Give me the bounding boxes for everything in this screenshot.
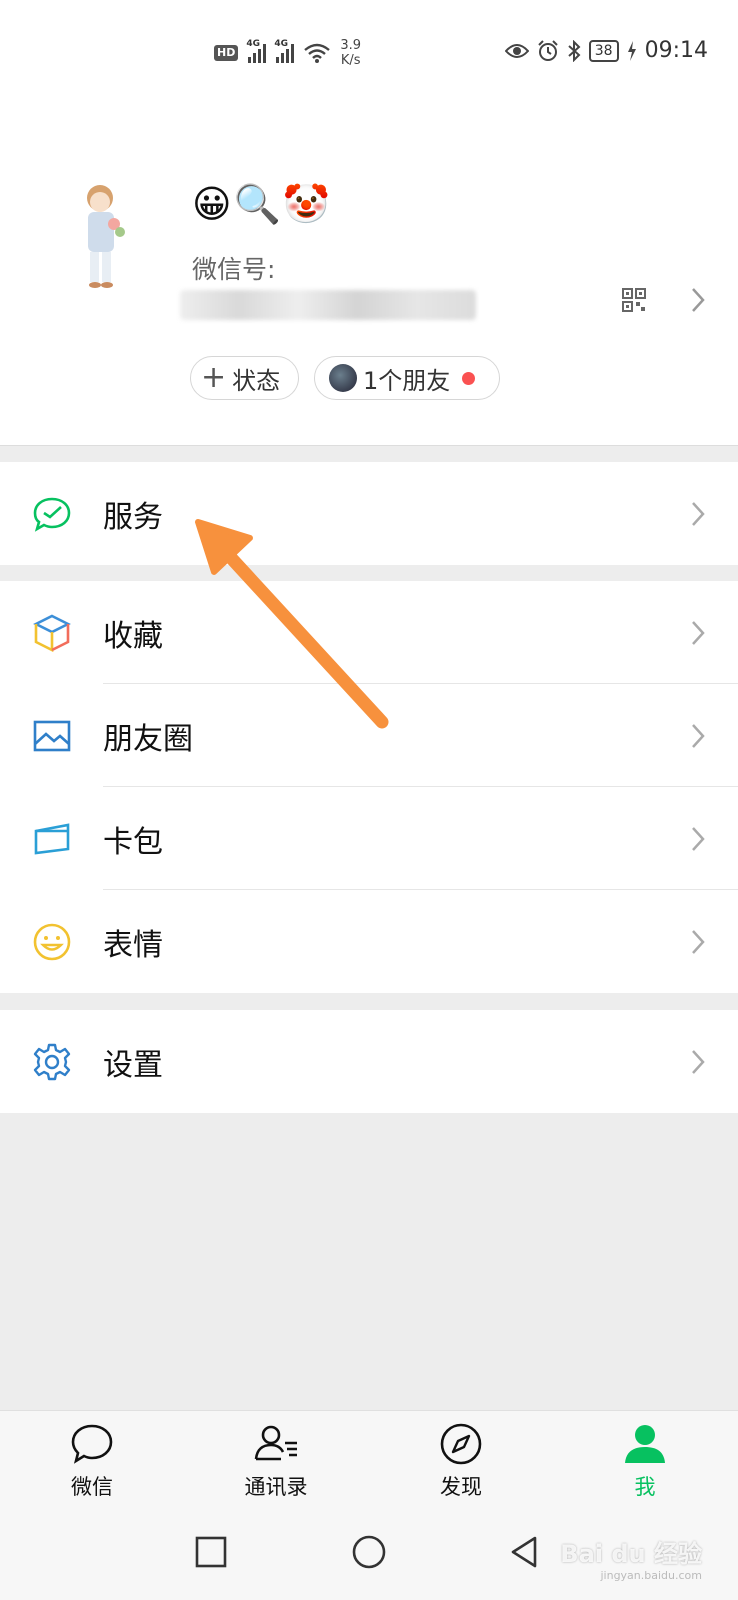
services-group: 服务 (0, 462, 738, 565)
menu-label: 收藏 (103, 618, 163, 654)
menu-label: 服务 (103, 499, 163, 535)
chevron-right-icon (692, 826, 705, 851)
services-icon (33, 497, 71, 532)
chevron-right-icon[interactable] (690, 286, 706, 314)
tab-discover[interactable]: 发现 (411, 1421, 511, 1501)
person-icon (625, 1425, 665, 1463)
alarm-icon (538, 39, 558, 61)
tab-label: 发现 (440, 1475, 482, 1499)
friends-button-label: 1个朋友 (363, 366, 451, 395)
wechat-id-label: 微信号: (192, 255, 276, 284)
settings-group: 设置 (0, 1010, 738, 1113)
tab-label: 微信 (71, 1475, 113, 1499)
unread-dot (462, 371, 476, 385)
bottom-tab-bar: 微信 通讯录 发现 我 (0, 1410, 738, 1510)
network-type-label: 4G (274, 39, 288, 49)
charging-icon (627, 40, 636, 61)
system-navigation-bar: Bai du 经验 jingyan.baidu.com (0, 1510, 738, 1600)
menu-item-favorites[interactable]: 收藏 (0, 581, 738, 684)
compass-icon (440, 1423, 482, 1465)
wifi-icon (304, 43, 331, 63)
friends-status-button[interactable]: 1个朋友 (314, 356, 500, 400)
hd-voice-badge: HD (214, 45, 239, 61)
chevron-right-icon (692, 620, 705, 645)
home-circle-icon[interactable] (349, 1532, 389, 1572)
recent-apps-square-icon[interactable] (191, 1532, 231, 1572)
moments-photo-icon (33, 720, 71, 751)
menu-label: 卡包 (103, 824, 163, 860)
menu-item-settings[interactable]: 设置 (0, 1010, 738, 1113)
menu-item-stickers[interactable]: 表情 (0, 890, 738, 993)
menu-label: 设置 (103, 1047, 163, 1083)
signal-icon: 4G (246, 39, 267, 63)
wallet-card-icon (34, 822, 70, 854)
tab-contacts[interactable]: 通讯录 (226, 1421, 326, 1501)
status-button-label: 状态 (232, 366, 281, 395)
battery-indicator: 38 (588, 39, 619, 62)
network-speed: 3.9 K/s (340, 38, 362, 68)
avatar[interactable] (70, 182, 190, 292)
qr-code-icon[interactable] (622, 288, 646, 312)
tab-label: 我 (634, 1475, 656, 1499)
gear-icon (33, 1043, 71, 1080)
nickname: 😀🔍🤡 (192, 182, 333, 226)
tab-label: 通讯录 (244, 1475, 308, 1499)
smiley-icon (33, 923, 71, 960)
clock-time: 09:14 (644, 38, 708, 63)
menu-item-moments[interactable]: 朋友圈 (0, 684, 738, 787)
profile-header[interactable]: 😀🔍🤡 微信号: + 状态 1个朋友 (0, 100, 738, 446)
chevron-right-icon (692, 723, 705, 748)
chat-bubble-icon (71, 1424, 113, 1464)
back-triangle-icon[interactable] (505, 1532, 545, 1572)
add-status-button[interactable]: + 状态 (190, 356, 299, 400)
favorites-cube-icon (33, 614, 71, 652)
menu-label: 表情 (103, 927, 163, 963)
wechat-id-blurred (180, 290, 476, 320)
chevron-right-icon (692, 929, 705, 954)
main-menu-group: 收藏 朋友圈 卡包 表情 (0, 581, 738, 993)
menu-item-cards[interactable]: 卡包 (0, 787, 738, 890)
tab-chats[interactable]: 微信 (42, 1421, 142, 1501)
menu-label: 朋友圈 (103, 721, 193, 757)
friend-avatar (329, 364, 357, 392)
status-bar: HD 4G 4G 3.9 K/s 38 09:14 (0, 0, 738, 100)
bluetooth-icon (568, 39, 581, 62)
contacts-icon (254, 1425, 297, 1461)
menu-item-services[interactable]: 服务 (0, 462, 738, 565)
network-type-label: 4G (246, 39, 260, 49)
wechat-me-screen: HD 4G 4G 3.9 K/s 38 09:14 😀🔍🤡 微信号: + 状态 … (0, 0, 738, 1600)
chevron-right-icon (692, 501, 705, 526)
plus-icon: + (201, 360, 227, 395)
baidu-watermark: Bai du 经验 jingyan.baidu.com (560, 1540, 702, 1582)
eye-icon (504, 43, 529, 58)
chevron-right-icon (692, 1049, 705, 1074)
tab-me[interactable]: 我 (595, 1421, 695, 1501)
signal-icon: 4G (274, 39, 295, 63)
